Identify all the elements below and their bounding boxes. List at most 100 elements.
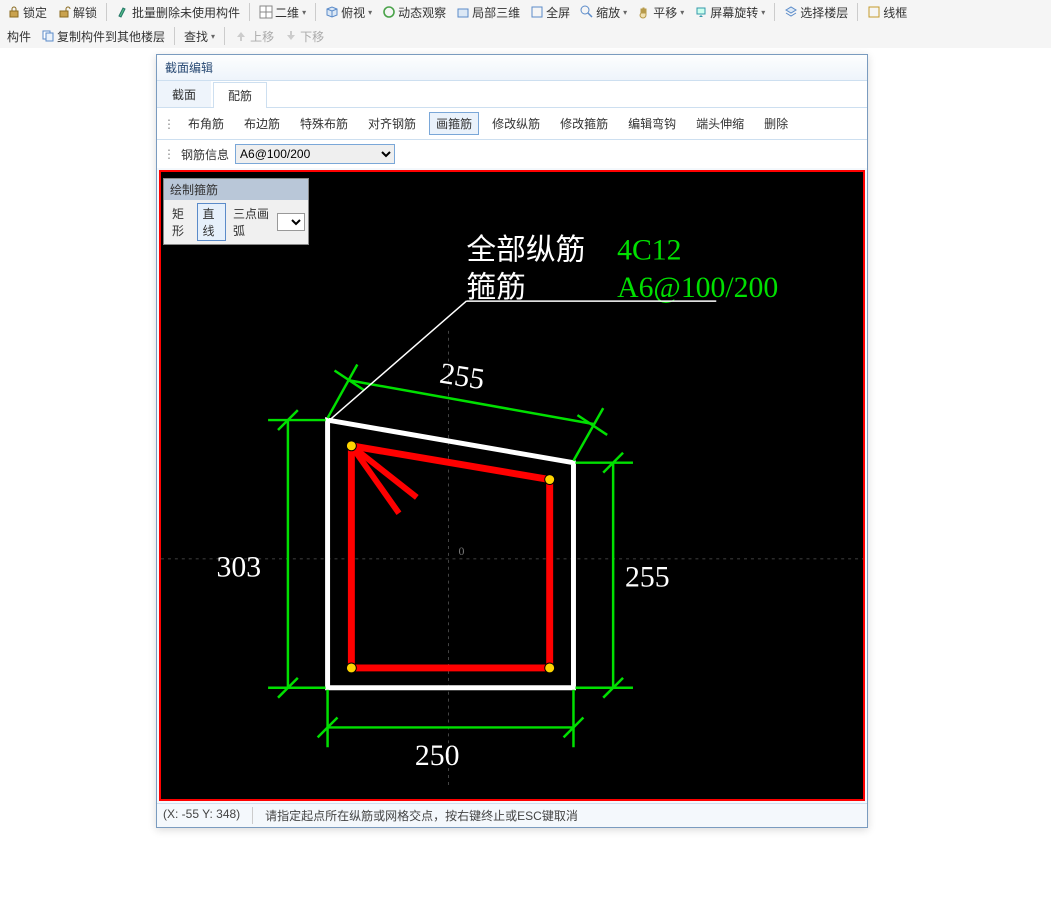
lock-icon — [7, 5, 21, 19]
palette-title: 绘制箍筋 — [164, 179, 308, 200]
grip-icon: ⋮ — [163, 147, 175, 161]
main-toolbar-1: 锁定 解锁 批量删除未使用构件 二维 ▾ 俯视 ▾ 动态观察 — [0, 0, 1051, 24]
val-stirrup: A6@100/200 — [617, 271, 778, 304]
local3d-label: 局部三维 — [472, 4, 520, 21]
tab-section[interactable]: 截面 — [157, 81, 211, 107]
rebar-info-row: ⋮ 钢筋信息 A6@100/200 — [157, 140, 867, 168]
section-editor-dialog: 截面编辑 截面 配筋 ⋮ 布角筋 布边筋 特殊布筋 对齐钢筋 画箍筋 修改纵筋 … — [156, 54, 868, 828]
screen-rotate-label: 屏幕旋转 — [710, 4, 758, 21]
dynamic-orbit-button[interactable]: 动态观察 — [379, 3, 449, 22]
view-look-button[interactable]: 俯视 ▾ — [322, 3, 375, 22]
copy-member-label: 复制构件到其他楼层 — [57, 28, 165, 45]
copy-member-button[interactable]: 复制构件到其他楼层 — [38, 27, 168, 46]
edge-rebar-button[interactable]: 布边筋 — [237, 112, 287, 135]
chevron-down-icon: ▾ — [368, 8, 372, 17]
align-rebar-button[interactable]: 对齐钢筋 — [361, 112, 423, 135]
wireframe-label: 线框 — [883, 4, 907, 21]
draw-stirrup-button[interactable]: 画箍筋 — [429, 112, 479, 135]
dialog-statusbar: (X: -55 Y: 348) 请指定起点所在纵筋或网格交点，按右键终止或ESC… — [157, 803, 867, 827]
section-canvas[interactable]: 绘制箍筋 矩形 直线 三点画弧 0 — [159, 170, 865, 801]
toolbar-separator — [249, 3, 250, 21]
status-coords: (X: -55 Y: 348) — [163, 807, 240, 824]
fullscreen-button[interactable]: 全屏 — [527, 3, 573, 22]
palette-line-button[interactable]: 直线 — [197, 203, 225, 241]
screen-rotate-button[interactable]: 屏幕旋转 ▾ — [691, 3, 768, 22]
modify-long-rebar-button[interactable]: 修改纵筋 — [485, 112, 547, 135]
orbit-icon — [382, 5, 396, 19]
label-stirrup: 箍筋 — [466, 271, 525, 304]
status-hint: 请指定起点所在纵筋或网格交点，按右键终止或ESC键取消 — [265, 807, 578, 824]
select-floor-button[interactable]: 选择楼层 — [781, 3, 851, 22]
chevron-down-icon: ▾ — [623, 8, 627, 17]
chevron-down-icon: ▾ — [302, 8, 306, 17]
local3d-icon — [456, 5, 470, 19]
toolbar-separator — [174, 27, 175, 45]
wireframe-icon — [867, 5, 881, 19]
move-up-label: 上移 — [250, 28, 274, 45]
chevron-down-icon: ▾ — [761, 8, 765, 17]
screen-rotate-icon — [694, 5, 708, 19]
select-floor-label: 选择楼层 — [800, 4, 848, 21]
pan-label: 平移 — [653, 4, 677, 21]
lock-label: 锁定 — [23, 4, 47, 21]
pan-button[interactable]: 平移 ▾ — [634, 3, 687, 22]
dim-left-text: 303 — [217, 551, 262, 584]
status-separator — [252, 807, 253, 824]
find-button[interactable]: 查找 ▾ — [181, 27, 218, 46]
unlock-label: 解锁 — [73, 4, 97, 21]
dynamic-label: 动态观察 — [398, 4, 446, 21]
view-look-label: 俯视 — [341, 4, 365, 21]
layers-icon — [784, 5, 798, 19]
draw-stirrup-palette: 绘制箍筋 矩形 直线 三点画弧 — [163, 178, 309, 245]
member-label: 构件 — [7, 28, 31, 45]
palette-rect-button[interactable]: 矩形 — [167, 203, 195, 241]
palette-extra-select[interactable] — [277, 213, 305, 231]
view-2d-label: 二维 — [275, 4, 299, 21]
unlock-icon — [57, 5, 71, 19]
rebar-info-label: 钢筋信息 — [181, 146, 229, 163]
broom-icon — [116, 5, 130, 19]
rebar-info-select[interactable]: A6@100/200 — [235, 144, 395, 164]
label-all-long: 全部纵筋 — [466, 233, 585, 266]
stirrup — [351, 446, 549, 668]
move-up-button[interactable]: 上移 — [231, 27, 277, 46]
dialog-title: 截面编辑 — [157, 55, 867, 81]
corner-rebar-button[interactable]: 布角筋 — [181, 112, 231, 135]
palette-arc3-button[interactable]: 三点画弧 — [228, 203, 275, 241]
view-2d-button[interactable]: 二维 ▾ — [256, 3, 309, 22]
dim-right-text: 255 — [625, 561, 670, 594]
member-button[interactable]: 构件 — [4, 27, 34, 46]
arrow-down-icon — [284, 29, 298, 43]
dim-bottom-text: 250 — [415, 739, 460, 772]
dialog-tabs: 截面 配筋 — [157, 81, 867, 108]
toolbar-separator — [857, 3, 858, 21]
zoom-icon — [580, 5, 594, 19]
toolbar-separator — [224, 27, 225, 45]
arrow-up-icon — [234, 29, 248, 43]
zoom-label: 缩放 — [596, 4, 620, 21]
wireframe-button[interactable]: 线框 — [864, 3, 910, 22]
lock-button[interactable]: 锁定 — [4, 3, 50, 22]
local-3d-button[interactable]: 局部三维 — [453, 3, 523, 22]
section-svg: 0 — [161, 172, 863, 799]
fullscreen-label: 全屏 — [546, 4, 570, 21]
zoom-button[interactable]: 缩放 ▾ — [577, 3, 630, 22]
chevron-down-icon: ▾ — [680, 8, 684, 17]
tab-rebar[interactable]: 配筋 — [213, 82, 267, 108]
edit-hook-button[interactable]: 编辑弯钩 — [621, 112, 683, 135]
end-extend-button[interactable]: 端头伸缩 — [689, 112, 751, 135]
modify-stirrup-button[interactable]: 修改箍筋 — [553, 112, 615, 135]
batch-delete-button[interactable]: 批量删除未使用构件 — [113, 3, 243, 22]
toolbar-separator — [315, 3, 316, 21]
main-toolbar-2: 构件 复制构件到其他楼层 查找 ▾ 上移 下移 — [0, 24, 1051, 48]
toolbar-separator — [774, 3, 775, 21]
delete-rebar-button[interactable]: 删除 — [757, 112, 795, 135]
move-down-button[interactable]: 下移 — [281, 27, 327, 46]
batch-delete-label: 批量删除未使用构件 — [132, 4, 240, 21]
hand-icon — [637, 5, 651, 19]
special-rebar-button[interactable]: 特殊布筋 — [293, 112, 355, 135]
val-all-long: 4C12 — [617, 233, 681, 266]
unlock-button[interactable]: 解锁 — [54, 3, 100, 22]
grip-icon: ⋮ — [163, 117, 175, 131]
move-down-label: 下移 — [300, 28, 324, 45]
